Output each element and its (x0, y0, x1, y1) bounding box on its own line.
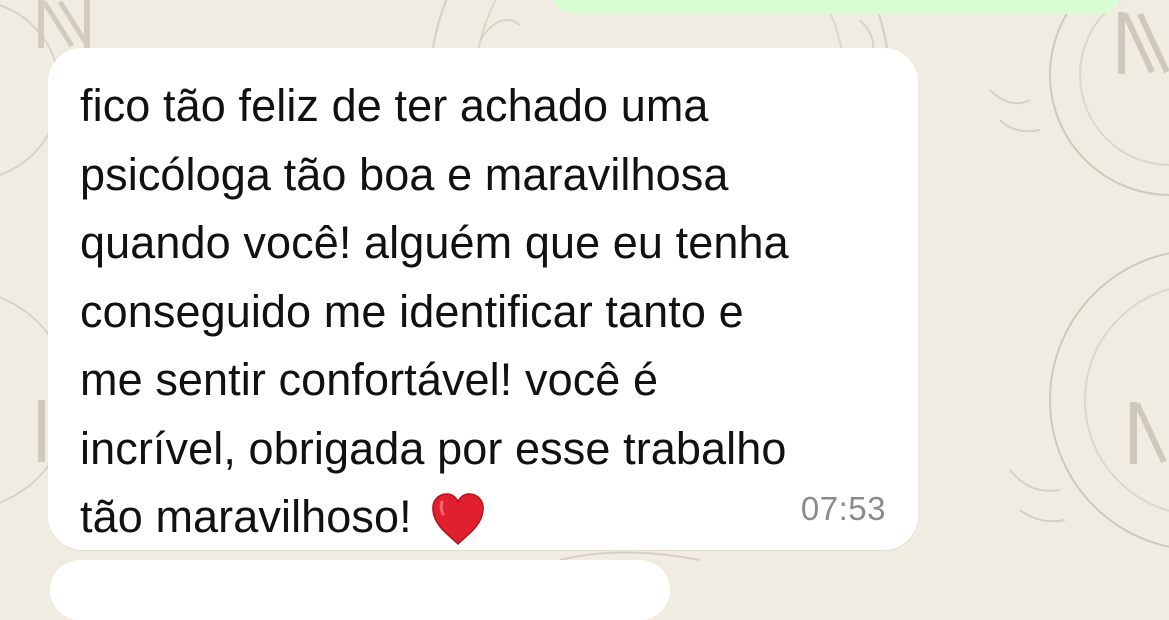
message-line-text: tão maravilhoso! (80, 491, 412, 542)
message-line: psicóloga tão boa e maravilhosa (80, 148, 729, 200)
watermark-monogram-right-mid-icon (1130, 402, 1167, 464)
watermark-ring-right-mid-icon (1009, 252, 1169, 548)
message-line: me sentir confortável! você é (80, 354, 659, 405)
watermark-ring-right-icon (989, 0, 1169, 196)
message-line-last: tão maravilhoso! (80, 483, 910, 566)
message-timestamp: 07:53 (800, 490, 886, 527)
outgoing-message-bubble-partial[interactable] (553, 0, 1121, 14)
watermark-monogram-right-icon (1118, 12, 1169, 74)
red-heart-emoji-icon (430, 492, 486, 566)
watermark-monogram-left-icon (38, 400, 45, 462)
message-line: conseguido me identificar tanto e (80, 285, 744, 337)
message-line: incrível, obrigada por esse trabalho (80, 422, 787, 474)
incoming-message-bubble[interactable]: fico tão feliz de ter achado uma psicólo… (48, 48, 918, 550)
message-line: quando você! alguém que eu tenha (80, 217, 789, 268)
message-line: fico tão feliz de ter achado uma (80, 80, 709, 131)
incoming-message-bubble-partial[interactable] (50, 560, 670, 620)
message-text: fico tão feliz de ter achado uma psicólo… (80, 72, 910, 566)
